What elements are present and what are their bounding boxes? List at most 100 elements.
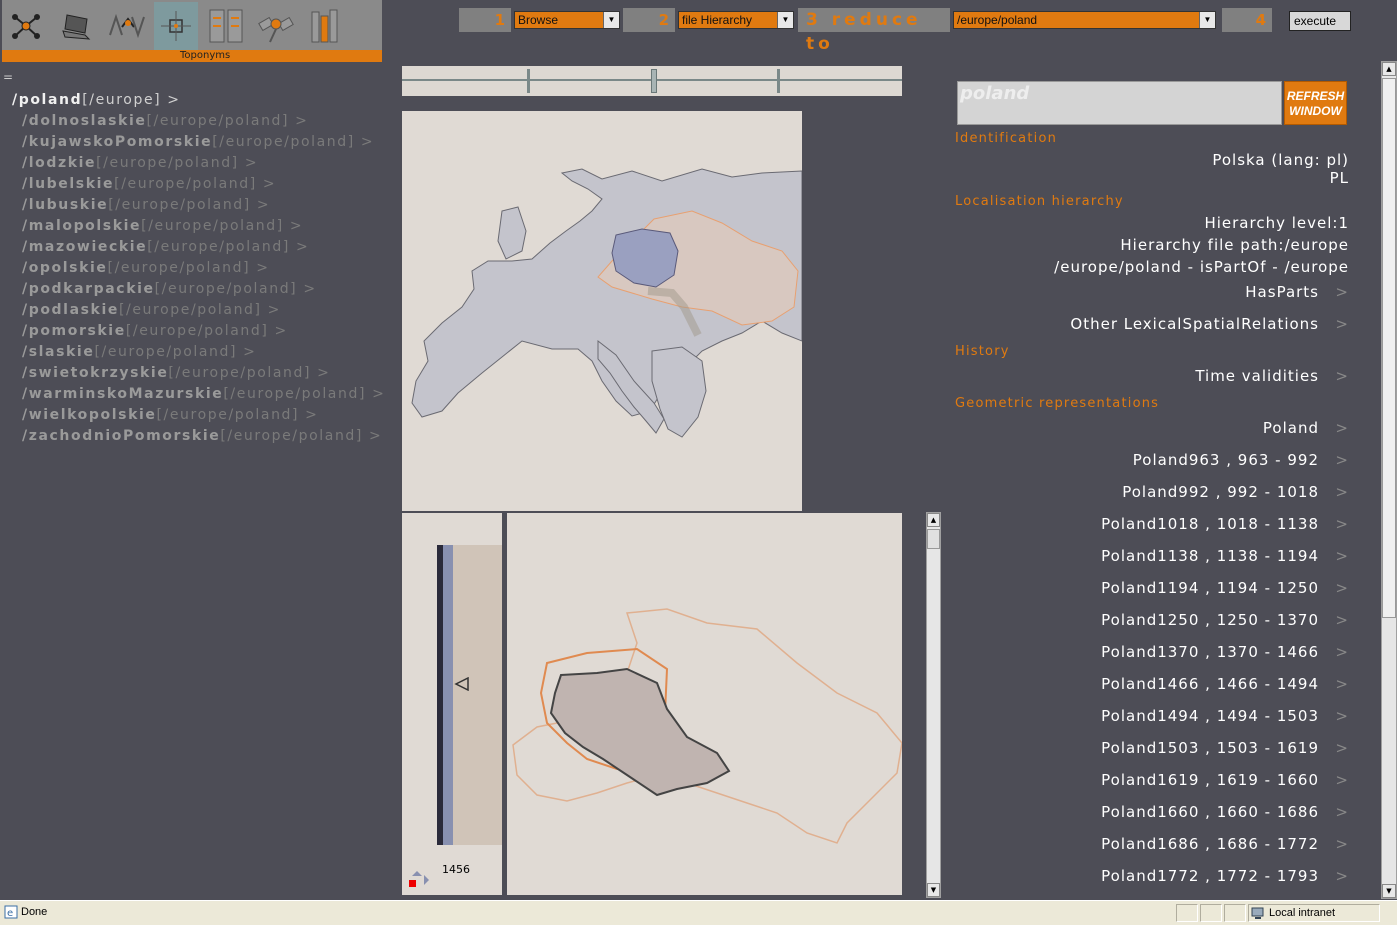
chevron-right-icon[interactable]: > bbox=[317, 365, 330, 381]
scroll-down-icon[interactable]: ▼ bbox=[927, 883, 940, 897]
chevron-right-icon[interactable]: > bbox=[372, 386, 385, 402]
europe-map[interactable] bbox=[402, 111, 802, 511]
scroll-down-icon[interactable]: ▼ bbox=[1382, 884, 1396, 898]
page-scrollbar[interactable]: ▲ ▼ bbox=[1381, 61, 1397, 899]
tree-item[interactable]: /dolnoslaskie[/europe/poland] > bbox=[22, 113, 385, 134]
laptop-icon[interactable] bbox=[54, 2, 98, 50]
books-icon[interactable] bbox=[304, 2, 348, 50]
chevron-right-icon[interactable]: > bbox=[1319, 643, 1349, 661]
geometry-item[interactable]: Poland > bbox=[1263, 419, 1349, 437]
chevron-right-icon[interactable]: > bbox=[369, 428, 382, 444]
tree-item[interactable]: /lubuskie[/europe/poland] > bbox=[22, 197, 385, 218]
chevron-right-icon[interactable]: > bbox=[1319, 867, 1349, 885]
geometry-item[interactable]: Poland1250 , 1250 - 1370 > bbox=[1101, 611, 1349, 629]
chevron-right-icon[interactable]: > bbox=[1319, 707, 1349, 725]
step-1-select[interactable]: Browse ▼ bbox=[514, 11, 620, 29]
geometry-item[interactable]: Poland1194 , 1194 - 1250 > bbox=[1101, 579, 1349, 597]
chevron-right-icon[interactable]: > bbox=[1319, 367, 1349, 385]
other-relations-link[interactable]: Other LexicalSpatialRelations > bbox=[1070, 315, 1349, 333]
chevron-right-icon[interactable]: > bbox=[295, 113, 308, 129]
tree-item[interactable]: /lodzkie[/europe/poland] > bbox=[22, 155, 385, 176]
time-validities-link[interactable]: Time validities > bbox=[1195, 367, 1349, 385]
slider-tick[interactable] bbox=[777, 69, 780, 93]
map-scrollbar[interactable]: ▲ ▼ bbox=[926, 512, 941, 898]
geometry-item[interactable]: Poland992 , 992 - 1018 > bbox=[1122, 483, 1349, 501]
time-slider[interactable] bbox=[402, 66, 902, 96]
geometry-item[interactable]: Poland1138 , 1138 - 1194 > bbox=[1101, 547, 1349, 565]
network-icon[interactable] bbox=[4, 2, 48, 50]
chevron-right-icon[interactable]: > bbox=[296, 239, 309, 255]
chevron-right-icon[interactable]: > bbox=[290, 218, 303, 234]
chevron-right-icon[interactable]: > bbox=[1319, 611, 1349, 629]
chevron-right-icon[interactable]: > bbox=[305, 407, 318, 423]
documents-icon[interactable] bbox=[204, 2, 248, 50]
chevron-right-icon[interactable]: > bbox=[245, 155, 258, 171]
satellite-icon[interactable] bbox=[254, 2, 298, 50]
chevron-right-icon[interactable]: > bbox=[1319, 483, 1349, 501]
timeline-cursor-icon[interactable] bbox=[454, 677, 470, 691]
detail-map[interactable] bbox=[507, 513, 902, 895]
geometry-item[interactable]: Poland1686 , 1686 - 1772 > bbox=[1101, 835, 1349, 853]
timeline-control-icon[interactable] bbox=[408, 869, 430, 889]
geometry-item[interactable]: Poland1660 , 1660 - 1686 > bbox=[1101, 803, 1349, 821]
scroll-thumb[interactable] bbox=[927, 529, 940, 549]
geometry-item[interactable]: Poland963 , 963 - 992 > bbox=[1133, 451, 1349, 469]
dropdown-arrow-icon[interactable]: ▼ bbox=[603, 12, 619, 28]
chevron-right-icon[interactable]: > bbox=[243, 344, 256, 360]
geometry-item[interactable]: Poland1370 , 1370 - 1466 > bbox=[1101, 643, 1349, 661]
tree-item[interactable]: /podkarpackie[/europe/poland] > bbox=[22, 281, 385, 302]
tree-item[interactable]: /swietokrzyskie[/europe/poland] > bbox=[22, 365, 385, 386]
scroll-up-icon[interactable]: ▲ bbox=[1382, 62, 1396, 76]
chevron-right-icon[interactable]: > bbox=[1319, 451, 1349, 469]
tree-item[interactable]: /pomorskie[/europe/poland] > bbox=[22, 323, 385, 344]
search-input[interactable]: poland bbox=[957, 81, 1282, 125]
tree-expander[interactable]: = bbox=[3, 70, 13, 84]
chevron-right-icon[interactable]: > bbox=[1319, 419, 1349, 437]
chevron-right-icon[interactable]: > bbox=[1319, 739, 1349, 757]
chevron-right-icon[interactable]: > bbox=[361, 134, 374, 150]
locate-icon[interactable] bbox=[154, 2, 198, 50]
chevron-right-icon[interactable]: > bbox=[1319, 579, 1349, 597]
scroll-thumb[interactable] bbox=[1382, 78, 1396, 618]
tree-item[interactable]: /warminskoMazurskie[/europe/poland] > bbox=[22, 386, 385, 407]
chevron-right-icon[interactable]: > bbox=[257, 197, 270, 213]
chevron-right-icon[interactable]: > bbox=[1319, 547, 1349, 565]
dropdown-arrow-icon[interactable]: ▼ bbox=[1199, 12, 1215, 28]
geometry-item[interactable]: Poland1619 , 1619 - 1660 > bbox=[1101, 771, 1349, 789]
slider-thumb[interactable] bbox=[651, 69, 657, 93]
chevron-right-icon[interactable]: > bbox=[256, 260, 269, 276]
chevron-right-icon[interactable]: > bbox=[1319, 315, 1349, 333]
geometry-item[interactable]: Poland1772 , 1772 - 1793 > bbox=[1101, 867, 1349, 885]
tree-item[interactable]: /slaskie[/europe/poland] > bbox=[22, 344, 385, 365]
slider-tick[interactable] bbox=[527, 69, 530, 93]
tree-item[interactable]: /mazowieckie[/europe/poland] > bbox=[22, 239, 385, 260]
tree-item[interactable]: /wielkopolskie[/europe/poland] > bbox=[22, 407, 385, 428]
chevron-right-icon[interactable]: > bbox=[1319, 771, 1349, 789]
has-parts-link[interactable]: HasParts > bbox=[1245, 283, 1349, 301]
chevron-right-icon[interactable]: > bbox=[167, 92, 180, 108]
chevron-right-icon[interactable]: > bbox=[1319, 515, 1349, 533]
chevron-right-icon[interactable]: > bbox=[1319, 283, 1349, 301]
chevron-right-icon[interactable]: > bbox=[1319, 803, 1349, 821]
chevron-right-icon[interactable]: > bbox=[1319, 675, 1349, 693]
geometry-item[interactable]: Poland1466 , 1466 - 1494 > bbox=[1101, 675, 1349, 693]
chevron-right-icon[interactable]: > bbox=[275, 323, 288, 339]
tree-item[interactable]: /zachodnioPomorskie[/europe/poland] > bbox=[22, 428, 385, 449]
tree-item[interactable]: /kujawskoPomorskie[/europe/poland] > bbox=[22, 134, 385, 155]
chevron-right-icon[interactable]: > bbox=[1319, 835, 1349, 853]
dropdown-arrow-icon[interactable]: ▼ bbox=[777, 12, 793, 28]
chevron-right-icon[interactable]: > bbox=[268, 302, 281, 318]
refresh-window-button[interactable]: REFRESH WINDOW bbox=[1284, 81, 1347, 125]
tree-item[interactable]: /podlaskie[/europe/poland] > bbox=[22, 302, 385, 323]
tree-item[interactable]: /opolskie[/europe/poland] > bbox=[22, 260, 385, 281]
tree-item[interactable]: /lubelskie[/europe/poland] > bbox=[22, 176, 385, 197]
step-3-select[interactable]: /europe/poland ▼ bbox=[953, 11, 1216, 29]
geometry-item[interactable]: Poland1503 , 1503 - 1619 > bbox=[1101, 739, 1349, 757]
scroll-up-icon[interactable]: ▲ bbox=[927, 513, 940, 527]
step-2-select[interactable]: file Hierarchy ▼ bbox=[678, 11, 794, 29]
geometry-item[interactable]: Poland1494 , 1494 - 1503 > bbox=[1101, 707, 1349, 725]
tree-root-item[interactable]: /poland[/europe] > bbox=[12, 92, 181, 108]
chevron-right-icon[interactable]: > bbox=[263, 176, 276, 192]
tree-item[interactable]: /malopolskie[/europe/poland] > bbox=[22, 218, 385, 239]
execute-button[interactable]: execute bbox=[1289, 11, 1351, 31]
